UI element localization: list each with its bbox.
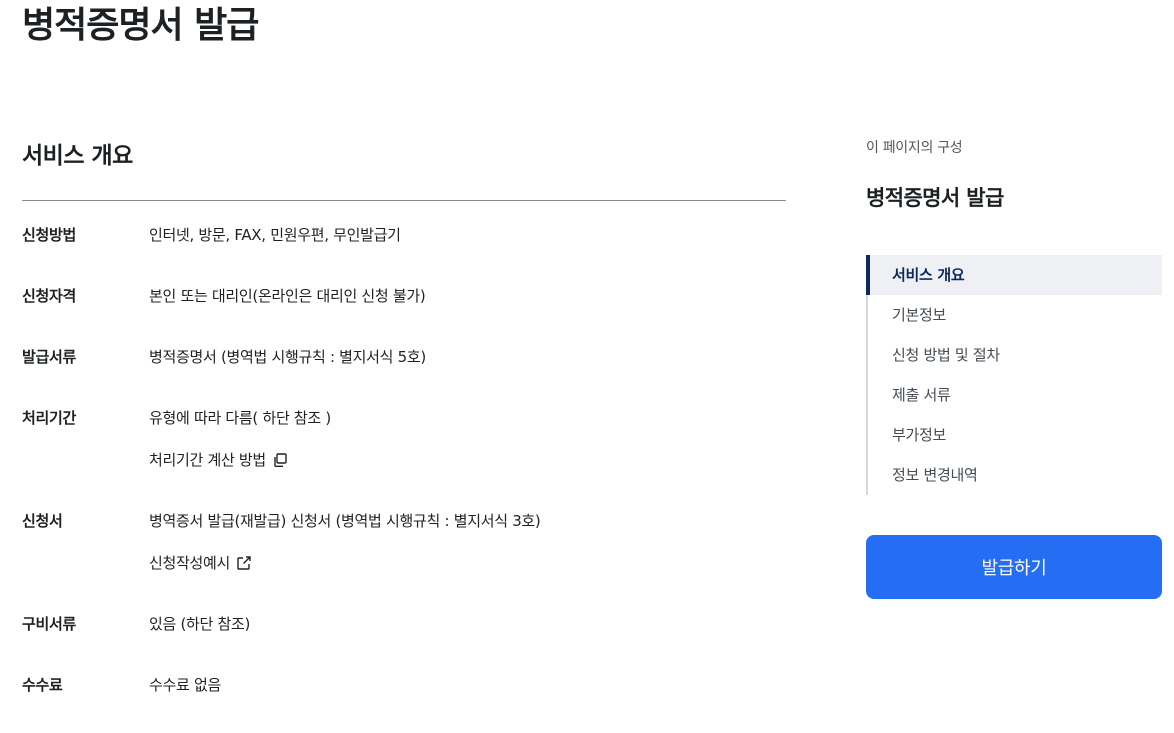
issue-button[interactable]: 발급하기 [866, 535, 1162, 599]
info-row-processing-period: 처리기간 유형에 따라 다름( 하단 참조 ) 처리기간 계산 방법 [22, 408, 786, 470]
toc-item-service-overview[interactable]: 서비스 개요 [866, 255, 1162, 295]
row-term: 발급서류 [22, 348, 77, 366]
info-list: 신청방법 인터넷, 방문, FAX, 민원우편, 무인발급기 신청자격 본인 또… [22, 225, 786, 695]
row-term: 수수료 [22, 676, 63, 694]
external-link-icon [237, 556, 251, 570]
row-value: 수수료 없음 [149, 676, 221, 694]
row-value: 유형에 따라 다름( 하단 참조 ) [149, 409, 331, 427]
row-term: 신청서 [22, 512, 63, 530]
row-desc: 인터넷, 방문, FAX, 민원우편, 무인발급기 [149, 225, 401, 245]
row-desc: 본인 또는 대리인(온라인은 대리인 신청 불가) [149, 286, 426, 306]
page-toc: 서비스 개요 기본정보 신청 방법 및 절차 제출 서류 부가정보 정보 변경내… [866, 255, 1162, 495]
info-row-apply-method: 신청방법 인터넷, 방문, FAX, 민원우편, 무인발급기 [22, 225, 786, 245]
row-value: 병역증서 발급(재발급) 신청서 (병역법 시행규칙 : 별지서식 3호) [149, 512, 541, 530]
main-content: 서비스 개요 신청방법 인터넷, 방문, FAX, 민원우편, 무인발급기 신청… [22, 120, 786, 695]
link-label: 신청작성예시 [149, 554, 231, 572]
row-desc: 있음 (하단 참조) [149, 614, 250, 634]
row-value: 있음 (하단 참조) [149, 615, 251, 633]
sidebar-caption: 이 페이지의 구성 [866, 140, 963, 156]
info-row-application-form: 신청서 병역증서 발급(재발급) 신청서 (병역법 시행규칙 : 별지서식 3호… [22, 511, 786, 573]
toc-item-additional-info[interactable]: 부가정보 [868, 415, 1162, 455]
info-row-eligibility: 신청자격 본인 또는 대리인(온라인은 대리인 신청 불가) [22, 286, 786, 306]
row-term: 신청자격 [22, 287, 77, 305]
page-sidebar: 이 페이지의 구성 병적증명서 발급 서비스 개요 기본정보 신청 방법 및 절… [866, 138, 1162, 599]
page-title: 병적증명서 발급 [22, 5, 259, 46]
row-desc: 병적증명서 (병역법 시행규칙 : 별지서식 5호) [149, 347, 426, 367]
row-term: 구비서류 [22, 615, 77, 633]
toc-item-submit-documents[interactable]: 제출 서류 [868, 375, 1162, 415]
info-row-fee: 수수료 수수료 없음 [22, 675, 786, 695]
row-value: 병적증명서 (병역법 시행규칙 : 별지서식 5호) [149, 348, 426, 366]
link-label: 처리기간 계산 방법 [149, 451, 266, 469]
toc-item-change-history[interactable]: 정보 변경내역 [868, 455, 1162, 495]
section-title: 서비스 개요 [22, 143, 133, 169]
toc-item-apply-procedure[interactable]: 신청 방법 및 절차 [868, 335, 1162, 375]
application-example-link[interactable]: 신청작성예시 [149, 553, 252, 573]
copy-icon [274, 453, 287, 467]
section-divider [22, 200, 786, 201]
sidebar-title: 병적증명서 발급 [866, 186, 1004, 210]
row-term: 신청방법 [22, 226, 77, 244]
info-row-issued-document: 발급서류 병적증명서 (병역법 시행규칙 : 별지서식 5호) [22, 347, 786, 367]
row-term: 처리기간 [22, 409, 77, 427]
row-desc: 병역증서 발급(재발급) 신청서 (병역법 시행규칙 : 별지서식 3호) 신청… [149, 511, 541, 573]
row-value: 인터넷, 방문, FAX, 민원우편, 무인발급기 [149, 226, 401, 244]
row-desc: 유형에 따라 다름( 하단 참조 ) 처리기간 계산 방법 [149, 408, 331, 470]
processing-period-calc-link[interactable]: 처리기간 계산 방법 [149, 450, 288, 470]
toc-item-basic-info[interactable]: 기본정보 [868, 295, 1162, 335]
row-value: 본인 또는 대리인(온라인은 대리인 신청 불가) [149, 287, 426, 305]
row-desc: 수수료 없음 [149, 675, 221, 695]
info-row-required-documents: 구비서류 있음 (하단 참조) [22, 614, 786, 634]
